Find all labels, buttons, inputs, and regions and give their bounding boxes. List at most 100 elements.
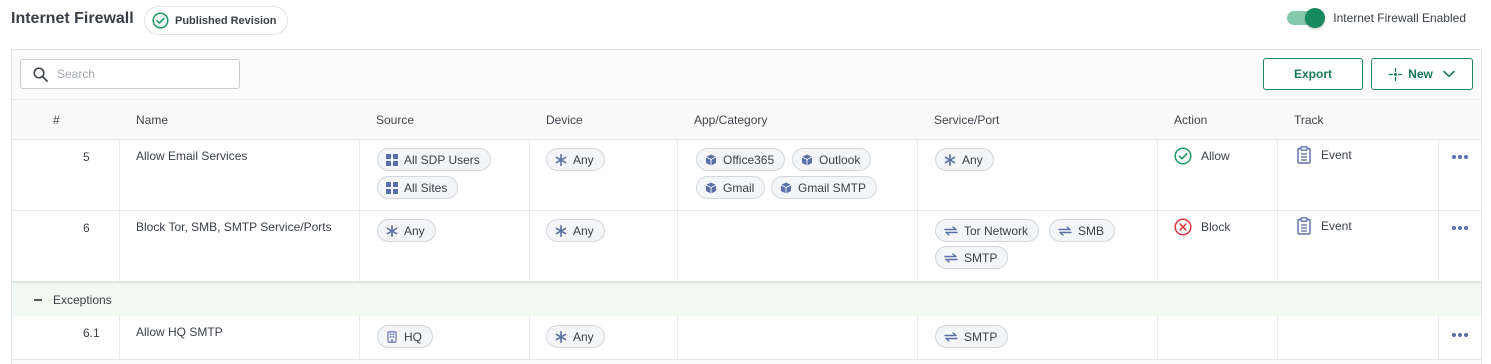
rules-panel: Export New # Name Source Device App/Cate…: [11, 49, 1482, 364]
column-header-number[interactable]: #: [53, 113, 60, 127]
column-divider: [1438, 141, 1439, 210]
rule-name[interactable]: Allow Email Services: [136, 149, 247, 163]
app-chip[interactable]: Outlook: [792, 148, 872, 171]
rule-number: 5: [83, 150, 90, 164]
asterisk-icon: [555, 154, 567, 166]
column-divider: [119, 316, 120, 359]
table-row[interactable]: 5 Allow Email Services All SDP Users All…: [12, 141, 1481, 211]
column-divider: [1438, 316, 1439, 359]
service-chip[interactable]: SMTP: [935, 246, 1009, 269]
check-circle-icon: [1174, 147, 1192, 165]
track-label: Event: [1321, 148, 1352, 162]
chip-label: HQ: [404, 329, 422, 344]
search-box[interactable]: [20, 59, 240, 89]
column-header-track[interactable]: Track: [1294, 113, 1324, 127]
asterisk-icon: [944, 154, 956, 166]
source-chip[interactable]: All Sites: [377, 176, 459, 199]
column-divider: [119, 141, 120, 210]
grid-group-icon: [386, 154, 398, 166]
new-button[interactable]: New: [1371, 58, 1473, 90]
asterisk-icon: [555, 225, 567, 237]
table-header: # Name Source Device App/Category Servic…: [12, 100, 1481, 140]
grid-group-icon: [386, 182, 398, 194]
column-divider: [1157, 211, 1158, 281]
cube-icon: [801, 154, 813, 166]
column-divider: [359, 141, 360, 210]
chip-label: Gmail SMTP: [798, 180, 867, 195]
firewall-enabled-toggle[interactable]: [1287, 8, 1326, 28]
column-header-action[interactable]: Action: [1174, 113, 1207, 127]
column-header-service-port[interactable]: Service/Port: [934, 113, 999, 127]
rule-name[interactable]: Block Tor, SMB, SMTP Service/Ports: [136, 220, 332, 234]
column-header-source[interactable]: Source: [376, 113, 414, 127]
device-chip[interactable]: Any: [546, 219, 605, 242]
exceptions-label: Exceptions: [53, 293, 112, 307]
cube-icon: [780, 182, 792, 194]
firewall-enabled-label: Internet Firewall Enabled: [1333, 11, 1466, 25]
column-divider: [1277, 211, 1278, 281]
arrows-exchange-icon: [1058, 225, 1072, 237]
app-chip[interactable]: Office365: [696, 148, 786, 171]
source-chip[interactable]: Any: [377, 219, 436, 242]
device-chip[interactable]: Any: [546, 148, 605, 171]
column-divider: [917, 316, 918, 359]
column-divider: [677, 316, 678, 359]
more-dots-icon[interactable]: [1451, 150, 1471, 164]
chip-label: Any: [573, 152, 594, 167]
arrows-exchange-icon: [944, 252, 958, 264]
column-divider: [529, 211, 530, 281]
building-icon: [386, 331, 398, 343]
service-chip[interactable]: SMB: [1049, 219, 1116, 242]
track-label: Event: [1321, 219, 1352, 233]
action-cell[interactable]: Block: [1174, 218, 1230, 236]
revision-badge[interactable]: Published Revision: [144, 6, 289, 35]
source-chip[interactable]: HQ: [377, 325, 433, 348]
device-chip[interactable]: Any: [546, 325, 605, 348]
toolbar: Export New: [12, 50, 1481, 100]
chip-label: SMB: [1078, 223, 1105, 238]
clipboard-icon: [1297, 217, 1311, 235]
cube-icon: [705, 182, 717, 194]
action-label: Allow: [1201, 149, 1230, 163]
asterisk-icon: [386, 225, 398, 237]
x-circle-icon: [1174, 218, 1192, 236]
column-divider: [529, 316, 530, 359]
rule-number: 6.1: [83, 326, 100, 340]
track-cell[interactable]: Event: [1297, 217, 1352, 235]
action-label: Block: [1201, 220, 1231, 234]
more-dots-icon[interactable]: [1451, 221, 1471, 235]
asterisk-icon: [555, 331, 567, 343]
table-row[interactable]: 6 Block Tor, SMB, SMTP Service/Ports Any…: [12, 211, 1481, 282]
chip-label: All SDP Users: [404, 152, 480, 167]
service-chip[interactable]: Any: [935, 148, 994, 171]
check-circle-icon: [152, 12, 169, 29]
column-header-name[interactable]: Name: [136, 113, 168, 127]
column-divider: [677, 141, 678, 210]
collapse-icon[interactable]: [33, 293, 45, 307]
arrows-exchange-icon: [944, 225, 958, 237]
track-cell[interactable]: Event: [1297, 146, 1352, 164]
chip-label: Outlook: [819, 152, 861, 167]
service-chip[interactable]: Tor Network: [935, 219, 1040, 242]
export-button[interactable]: Export: [1263, 58, 1363, 90]
service-chip[interactable]: SMTP: [935, 325, 1009, 348]
table-row[interactable]: 6.1 Allow HQ SMTP HQ Any SMTP: [12, 316, 1481, 360]
action-cell[interactable]: Allow: [1174, 147, 1230, 165]
app-chip[interactable]: Gmail: [696, 176, 766, 199]
column-header-app-category[interactable]: App/Category: [694, 113, 767, 127]
column-header-device[interactable]: Device: [546, 113, 583, 127]
rule-name[interactable]: Allow HQ SMTP: [136, 325, 223, 339]
app-chip[interactable]: Gmail SMTP: [771, 176, 878, 199]
chip-label: Any: [962, 152, 983, 167]
exceptions-group-header[interactable]: Exceptions: [12, 282, 1481, 316]
search-input[interactable]: [57, 67, 227, 81]
firewall-toggle-group: Internet Firewall Enabled: [1287, 8, 1466, 28]
page-header: Internet Firewall Published Revision Int…: [0, 0, 1491, 44]
chip-label: Office365: [723, 152, 775, 167]
column-divider: [1157, 141, 1158, 210]
column-divider: [359, 316, 360, 359]
chevron-down-icon: [1443, 70, 1455, 78]
more-dots-icon[interactable]: [1451, 328, 1471, 342]
chip-label: Gmail: [723, 180, 755, 195]
source-chip[interactable]: All SDP Users: [377, 148, 491, 171]
